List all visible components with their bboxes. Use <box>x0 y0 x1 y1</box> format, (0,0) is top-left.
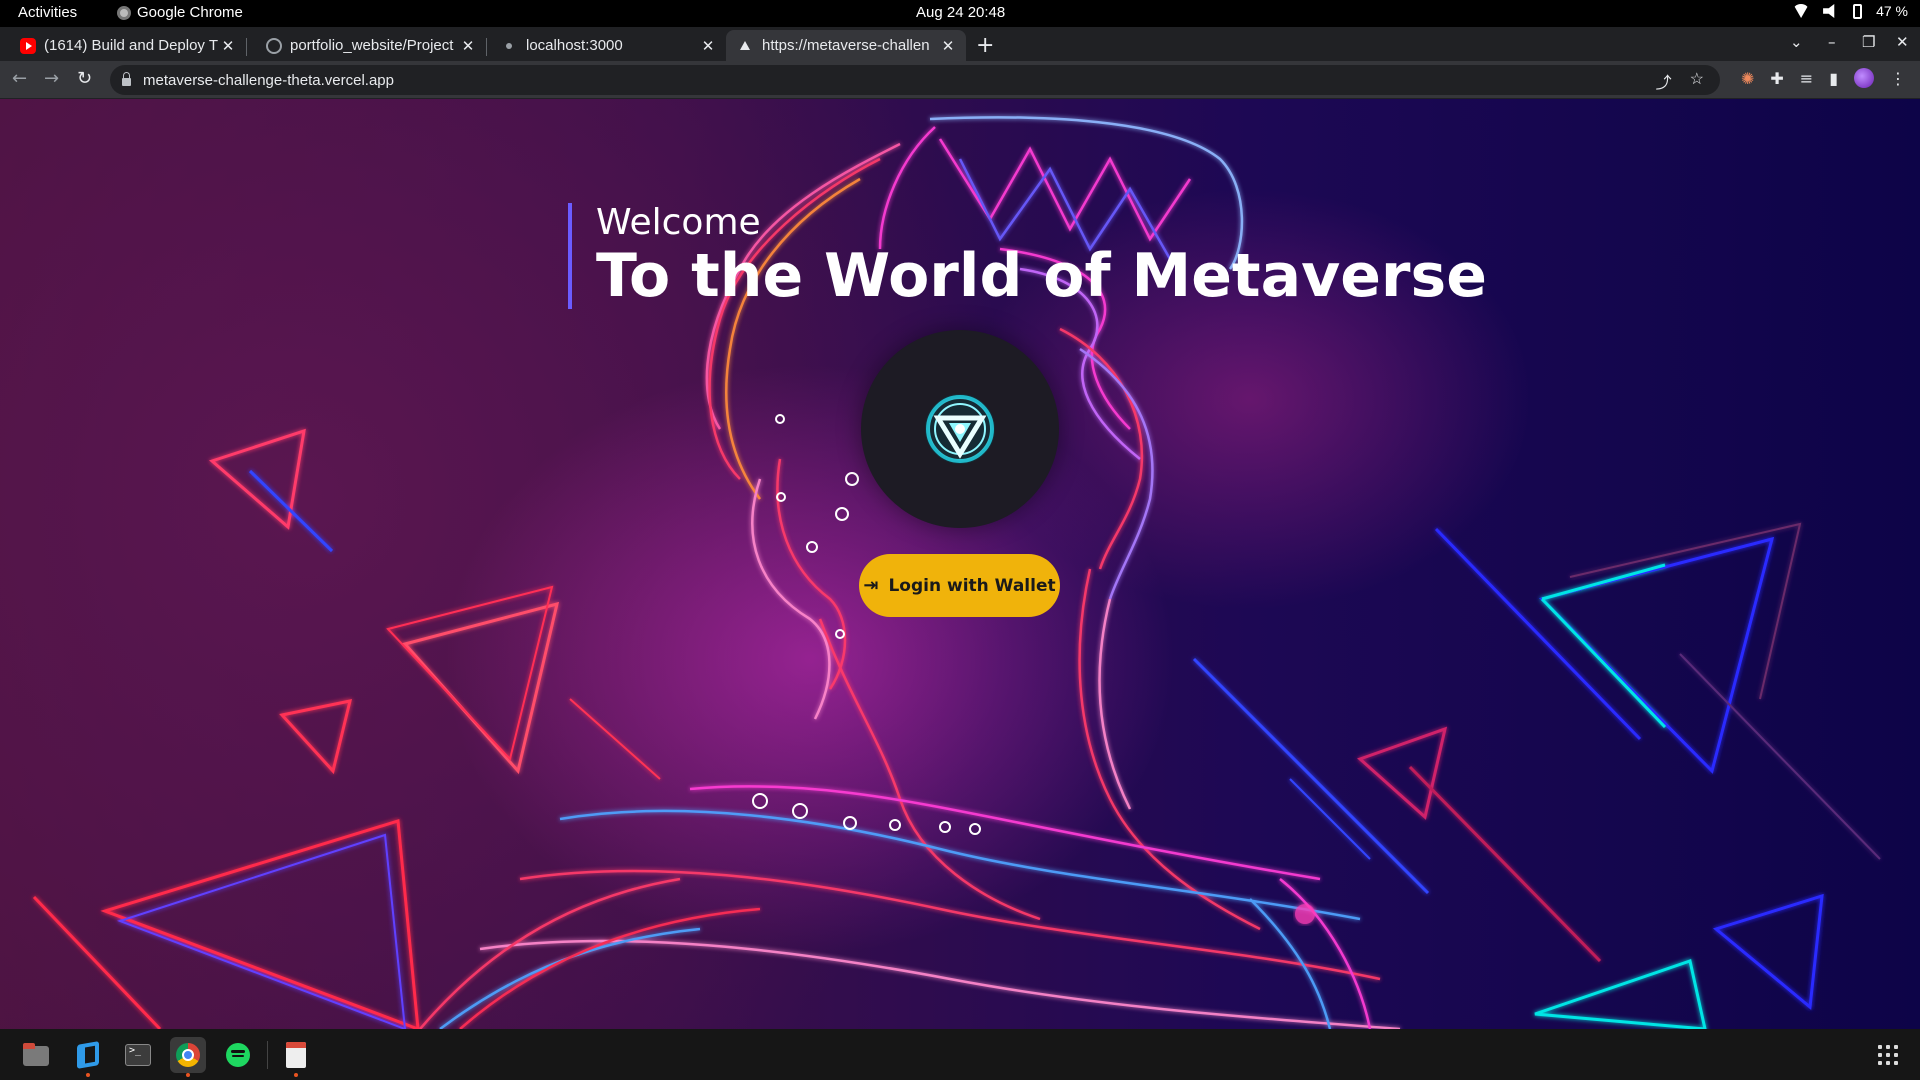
profile-avatar[interactable] <box>1854 68 1874 88</box>
url-text[interactable]: metaverse-challenge-theta.vercel.app <box>143 72 394 89</box>
wifi-icon <box>1793 4 1810 18</box>
clock[interactable]: Aug 24 20:48 <box>916 4 1005 21</box>
system-menu[interactable]: 47 % <box>1793 3 1908 19</box>
tab-strip: (1614) Build and Deploy T ✕ portfolio_we… <box>0 27 1920 61</box>
vercel-icon <box>740 41 750 50</box>
dock-separator <box>267 1041 268 1069</box>
files-icon[interactable] <box>18 1037 54 1073</box>
logo-circle <box>861 330 1059 528</box>
chrome-icon[interactable] <box>170 1037 206 1077</box>
app-menu[interactable]: Google Chrome <box>117 4 243 21</box>
new-tab-button[interactable]: + <box>976 33 994 58</box>
bookmark-star-icon[interactable]: ☆ <box>1690 69 1704 93</box>
extensions-area: ✺ ✚ ≡ ▮ ⋮ <box>1741 68 1906 88</box>
address-bar[interactable]: metaverse-challenge-theta.vercel.app ⤴ ☆ <box>110 65 1720 95</box>
github-icon <box>266 37 282 54</box>
close-icon[interactable]: ✕ <box>938 37 958 55</box>
battery-icon <box>1853 3 1863 19</box>
volume-icon <box>1823 4 1835 18</box>
vscode-icon[interactable] <box>70 1037 106 1077</box>
side-panel-icon[interactable]: ▮ <box>1829 69 1838 88</box>
restore-icon[interactable]: ❐ <box>1862 33 1875 51</box>
close-icon[interactable]: ✕ <box>458 37 478 55</box>
login-button-label: Login with Wallet <box>888 575 1056 596</box>
login-arrow-icon: ⇥ <box>863 575 879 596</box>
system-top-bar: Activities Google Chrome Aug 24 20:48 47… <box>0 0 1920 27</box>
reload-icon[interactable]: ↻ <box>77 68 92 89</box>
close-icon[interactable]: ✕ <box>218 37 238 55</box>
extensions-puzzle-icon[interactable]: ✚ <box>1770 69 1783 88</box>
tab-github[interactable]: portfolio_website/Project ✕ <box>246 30 487 61</box>
tab-metaverse[interactable]: https://metaverse-challen ✕ <box>726 30 966 61</box>
arc-reactor-icon <box>925 394 995 464</box>
close-icon[interactable]: ✕ <box>698 37 718 55</box>
tab-youtube[interactable]: (1614) Build and Deploy T ✕ <box>0 30 247 61</box>
toolbar: ← → ↻ metaverse-challenge-theta.vercel.a… <box>0 61 1920 99</box>
lock-icon[interactable] <box>122 72 131 86</box>
activities-button[interactable]: Activities <box>18 4 77 21</box>
chrome-icon <box>117 5 131 20</box>
page-icon <box>506 42 512 49</box>
hero-heading: Welcome To the World of Metaverse <box>568 203 1487 309</box>
battery-percent: 47 % <box>1876 3 1908 19</box>
reading-list-icon[interactable]: ≡ <box>1800 69 1813 88</box>
close-window-icon[interactable]: ✕ <box>1896 33 1909 51</box>
spotify-icon[interactable] <box>220 1037 256 1073</box>
youtube-icon <box>20 37 36 54</box>
page-title: To the World of Metaverse <box>596 241 1487 311</box>
tab-search-icon[interactable]: ⌄ <box>1790 33 1803 51</box>
forward-icon[interactable]: → <box>44 68 59 89</box>
running-indicator <box>294 1073 298 1077</box>
tab-title: localhost:3000 <box>526 37 623 54</box>
tab-title: https://metaverse-challen <box>762 37 930 54</box>
show-apps-grid-icon[interactable] <box>1878 1045 1898 1065</box>
address-bar-actions: ⤴ ☆ <box>1656 69 1704 93</box>
tab-localhost[interactable]: localhost:3000 ✕ <box>486 30 726 61</box>
page-viewport: Welcome To the World of Metaverse ⇥ Logi… <box>0 99 1920 1029</box>
terminal-icon[interactable]: >_ <box>120 1037 156 1073</box>
minimize-icon[interactable]: – <box>1828 33 1836 51</box>
welcome-text: Welcome <box>596 202 761 243</box>
running-indicator <box>86 1073 90 1077</box>
share-icon[interactable]: ⤴ <box>1656 69 1672 93</box>
running-indicator <box>186 1073 190 1077</box>
tab-title: (1614) Build and Deploy T <box>44 37 218 54</box>
dock: >_ <box>0 1029 1920 1080</box>
tab-title: portfolio_website/Project <box>290 37 454 54</box>
cookie-extension-icon[interactable]: ✺ <box>1741 69 1754 88</box>
login-with-wallet-button[interactable]: ⇥ Login with Wallet <box>859 554 1060 617</box>
back-icon[interactable]: ← <box>12 68 27 89</box>
app-name: Google Chrome <box>137 4 243 21</box>
text-editor-icon[interactable] <box>278 1037 314 1077</box>
menu-kebab-icon[interactable]: ⋮ <box>1890 69 1906 88</box>
